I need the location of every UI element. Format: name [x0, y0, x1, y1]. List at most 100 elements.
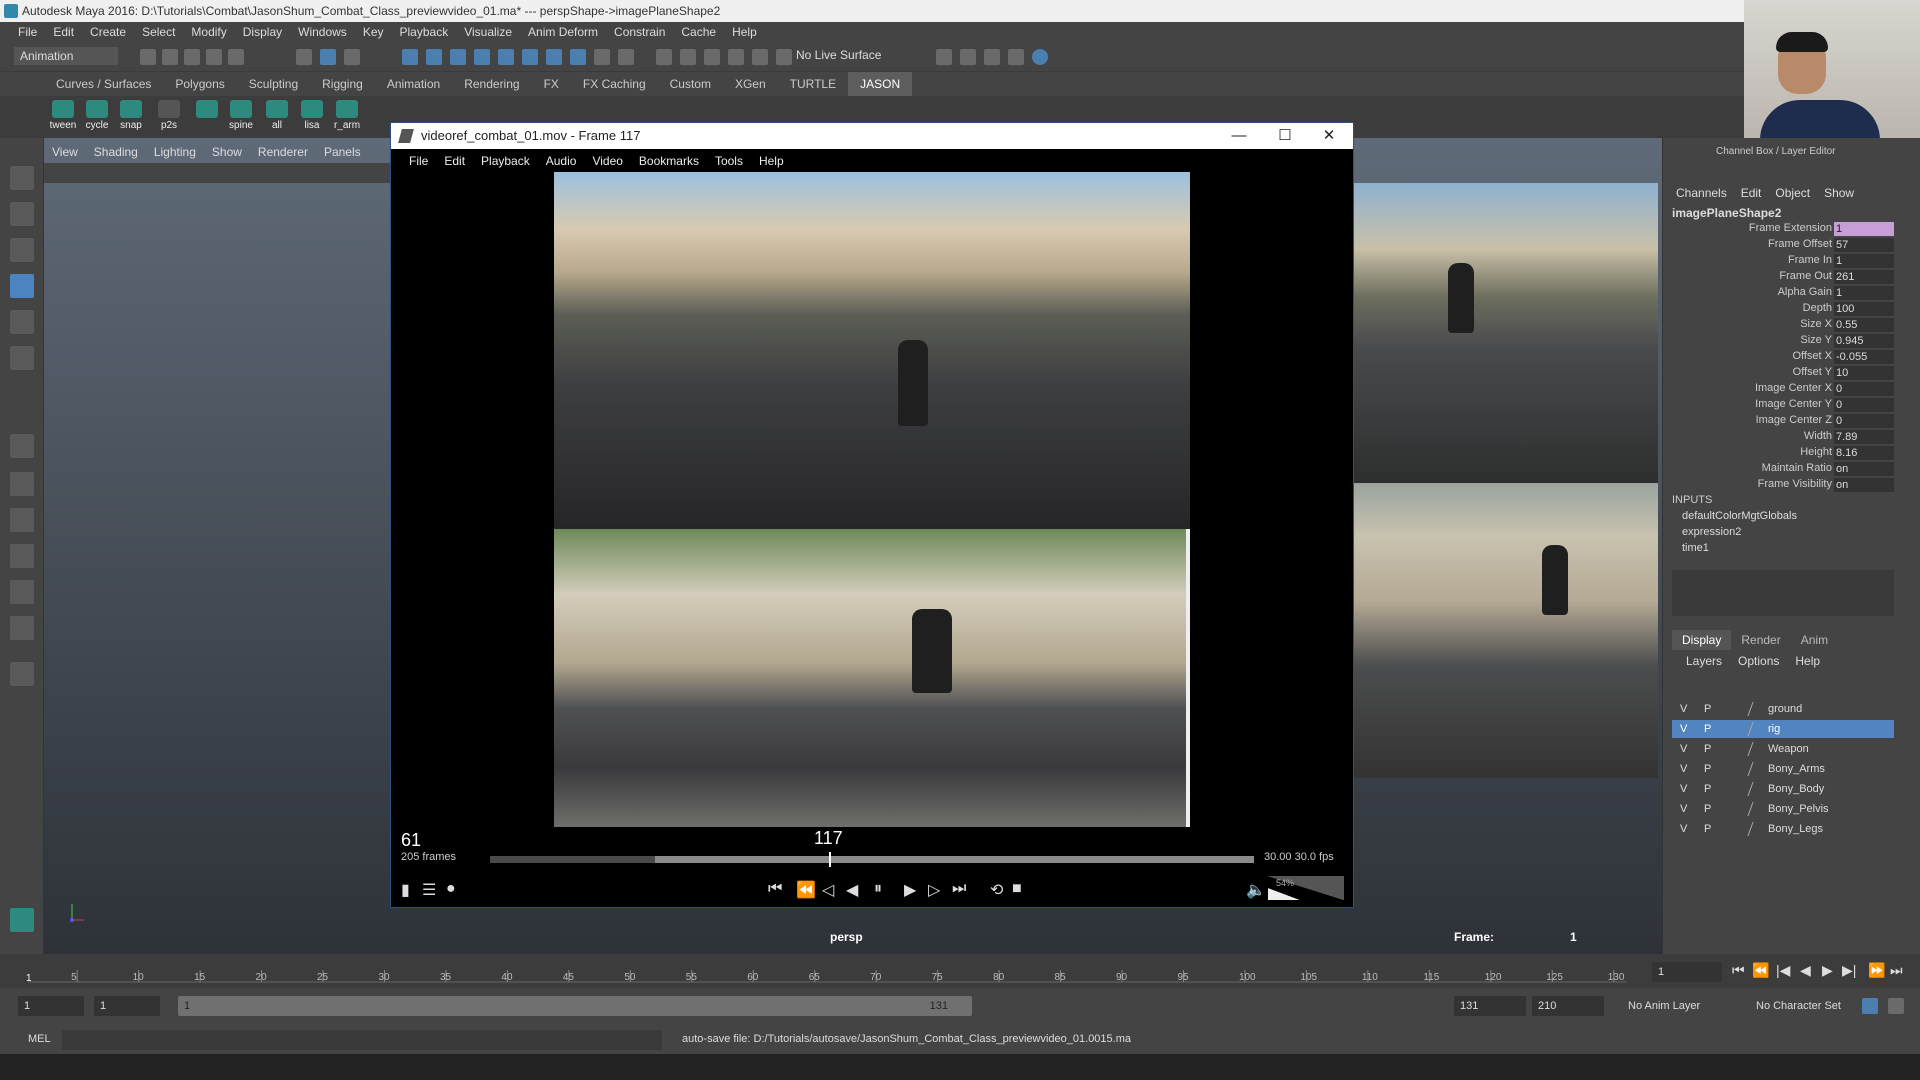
- maya-home-icon[interactable]: [10, 908, 34, 932]
- select-object-icon[interactable]: [320, 49, 336, 65]
- layer-row[interactable]: V Pground: [1672, 700, 1894, 718]
- layer-color-swatch[interactable]: [1747, 742, 1765, 756]
- attribute-name[interactable]: Frame Out: [1672, 270, 1832, 282]
- attribute-value[interactable]: 1: [1834, 222, 1894, 236]
- anim-start-field[interactable]: 1: [18, 996, 84, 1016]
- go-to-start-icon[interactable]: ⏮: [768, 880, 782, 898]
- shelf-tab-xgen[interactable]: XGen: [723, 72, 778, 96]
- snap-curve-icon[interactable]: [426, 49, 442, 65]
- time-slider[interactable]: 1: [0, 954, 1920, 988]
- play-forward-icon[interactable]: ▶: [904, 880, 916, 900]
- tab-render[interactable]: Render: [1731, 630, 1790, 650]
- attribute-name[interactable]: Maintain Ratio: [1672, 462, 1832, 474]
- tl-step-back-key-icon[interactable]: ⏪: [1752, 962, 1769, 979]
- shelf-button-tween[interactable]: tween: [48, 100, 78, 134]
- layer-visibility-toggle[interactable]: V: [1680, 720, 1687, 738]
- menu-cache[interactable]: Cache: [673, 25, 724, 39]
- attribute-name[interactable]: Offset X: [1672, 350, 1832, 362]
- menu-key[interactable]: Key: [355, 25, 392, 39]
- shelf-tab-custom[interactable]: Custom: [658, 72, 723, 96]
- save-scene-icon[interactable]: [184, 49, 200, 65]
- input-ops-icon[interactable]: [618, 49, 634, 65]
- attribute-value[interactable]: 0: [1834, 414, 1894, 428]
- new-scene-icon[interactable]: [140, 49, 156, 65]
- tab-display[interactable]: Display: [1672, 630, 1732, 650]
- anim-end-field[interactable]: 210: [1532, 996, 1604, 1016]
- attribute-value[interactable]: -0.055: [1834, 350, 1894, 364]
- attribute-name[interactable]: Depth: [1672, 302, 1832, 314]
- shelf-button-r-arm[interactable]: r_arm: [332, 100, 362, 134]
- scale-tool-icon[interactable]: [10, 346, 34, 370]
- video-menu-bookmarks[interactable]: Bookmarks: [631, 154, 707, 168]
- play-reverse-icon[interactable]: ◀: [846, 880, 858, 900]
- attribute-value[interactable]: 100: [1834, 302, 1894, 316]
- select-component-icon[interactable]: [344, 49, 360, 65]
- layer-color-swatch[interactable]: [1747, 802, 1765, 816]
- layer-color-swatch[interactable]: [1747, 762, 1765, 776]
- shelf-tab-rendering[interactable]: Rendering: [452, 72, 531, 96]
- single-view-icon[interactable]: [10, 434, 34, 458]
- video-menu-tools[interactable]: Tools: [707, 154, 751, 168]
- ipr-render-icon[interactable]: [680, 49, 696, 65]
- snap-point-icon[interactable]: [450, 49, 466, 65]
- attribute-value[interactable]: 1: [1834, 254, 1894, 268]
- menu-visualize[interactable]: Visualize: [456, 25, 520, 39]
- attribute-name[interactable]: Image Center Z: [1672, 414, 1832, 426]
- layer-color-swatch[interactable]: [1747, 782, 1765, 796]
- shelf-button-spine[interactable]: spine: [226, 100, 256, 134]
- attribute-name[interactable]: Offset Y: [1672, 366, 1832, 378]
- cb-menu-edit[interactable]: Edit: [1741, 186, 1762, 200]
- input-node[interactable]: expression2: [1682, 526, 1741, 538]
- loop-icon[interactable]: ⟲: [990, 880, 1003, 900]
- shelf-tab-fx-caching[interactable]: FX Caching: [571, 72, 658, 96]
- layer-playback-toggle[interactable]: P: [1704, 780, 1711, 798]
- current-time-field[interactable]: 1: [1652, 962, 1722, 982]
- attribute-value[interactable]: on: [1834, 478, 1894, 492]
- previous-keyframe-icon[interactable]: ⏪: [796, 880, 816, 900]
- layer-row[interactable]: V P Bony_Arms: [1672, 760, 1894, 778]
- attribute-name[interactable]: Size X: [1672, 318, 1832, 330]
- layer-row[interactable]: V P Bony_Legs: [1672, 820, 1894, 838]
- vp-menu-renderer[interactable]: Renderer: [250, 145, 316, 163]
- vp-menu-show[interactable]: Show: [204, 145, 250, 163]
- layer-color-swatch[interactable]: [1747, 702, 1765, 716]
- attribute-value[interactable]: 1: [1834, 286, 1894, 300]
- layer-visibility-toggle[interactable]: V: [1680, 700, 1687, 718]
- undo-icon[interactable]: [206, 49, 222, 65]
- attribute-value[interactable]: 10: [1834, 366, 1894, 380]
- layer-menu-options[interactable]: Options: [1738, 654, 1779, 668]
- move-tool-icon[interactable]: [10, 274, 34, 298]
- render-snapshot-icon[interactable]: [1008, 49, 1024, 65]
- layer-menu-layers[interactable]: Layers: [1686, 654, 1722, 668]
- select-hierarchy-icon[interactable]: [296, 49, 312, 65]
- minimize-button[interactable]: —: [1216, 123, 1262, 149]
- palette-icon[interactable]: ●: [446, 880, 456, 898]
- shelf-tab-animation[interactable]: Animation: [375, 72, 452, 96]
- four-view-icon[interactable]: [10, 472, 34, 496]
- menu-edit[interactable]: Edit: [45, 25, 82, 39]
- menu-constrain[interactable]: Constrain: [606, 25, 673, 39]
- cb-menu-show[interactable]: Show: [1824, 186, 1854, 200]
- history-icon[interactable]: [570, 49, 586, 65]
- live-surface-label[interactable]: No Live Surface: [796, 48, 881, 62]
- anim-layer-label[interactable]: No Anim Layer: [1628, 1000, 1700, 1012]
- menu-help[interactable]: Help: [724, 25, 765, 39]
- layer-color-swatch[interactable]: [1747, 722, 1765, 736]
- preferences-icon[interactable]: [1888, 998, 1904, 1014]
- attribute-value[interactable]: 7.89: [1834, 430, 1894, 444]
- layer-menu-help[interactable]: Help: [1795, 654, 1820, 668]
- menu-display[interactable]: Display: [235, 25, 290, 39]
- layout-misc-icon[interactable]: [10, 662, 34, 686]
- layer-row[interactable]: V P Weapon: [1672, 740, 1894, 758]
- snap-surface-icon[interactable]: [498, 49, 514, 65]
- shelf-tab-curves[interactable]: Curves / Surfaces: [44, 72, 163, 96]
- shelf-button-lisa[interactable]: lisa: [297, 100, 327, 134]
- tl-go-start-icon[interactable]: ⏮: [1732, 962, 1745, 979]
- menu-file[interactable]: File: [10, 25, 45, 39]
- render-region-icon[interactable]: [984, 49, 1000, 65]
- live-surface-icon[interactable]: [776, 49, 792, 65]
- vp-menu-shading[interactable]: Shading: [86, 145, 146, 163]
- shelf-button-p2s[interactable]: p2s: [154, 100, 184, 134]
- shelf-tab-jason[interactable]: JASON: [848, 72, 913, 96]
- pause-icon[interactable]: ⏸: [874, 880, 882, 898]
